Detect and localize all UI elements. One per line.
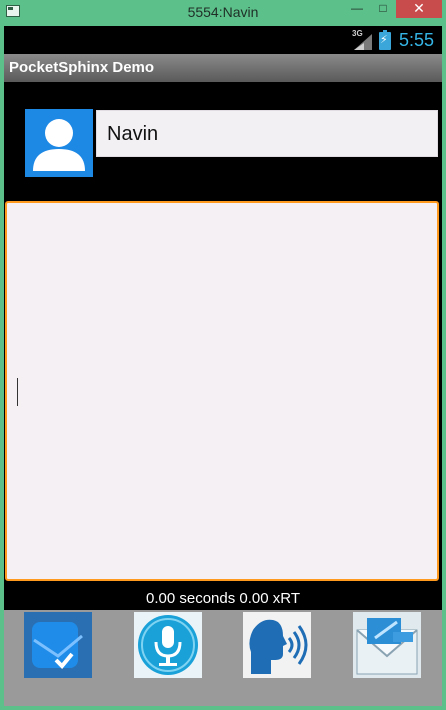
avatar-glyph [33, 119, 85, 171]
status-bar: 3G 5:55 [4, 26, 442, 54]
action-bar: PocketSphinx Demo [4, 54, 442, 82]
text-to-speech-button[interactable] [243, 612, 311, 678]
microphone-button[interactable] [134, 612, 202, 678]
person-icon[interactable] [25, 109, 93, 177]
name-value: Navin [107, 123, 159, 145]
status-clock: 5:55 [399, 30, 435, 50]
microphone-icon [138, 615, 198, 675]
mail-button[interactable] [353, 612, 421, 678]
name-field[interactable]: Navin [96, 110, 438, 157]
bottom-toolbar [4, 610, 442, 706]
close-button[interactable]: ✕ [396, 0, 442, 18]
speaking-head-icon [249, 619, 308, 674]
battery-icon [379, 30, 391, 50]
emulator-title-bar: 5554:Navin — □ ✕ [0, 0, 446, 26]
app-title: PocketSphinx Demo [9, 59, 155, 76]
checkbox-button[interactable] [24, 612, 92, 678]
signal-icon [354, 34, 372, 50]
timing-label: 0.00 seconds 0.00 xRT [146, 590, 300, 607]
maximize-button[interactable]: □ [370, 0, 396, 18]
recognition-text-area[interactable] [5, 201, 439, 581]
android-screen: 3G 5:55 PocketSphinx Demo Navin 0.00 sec… [4, 26, 442, 706]
checkbox-icon [24, 612, 92, 678]
text-caret [17, 378, 18, 406]
mail-icon [356, 618, 418, 675]
minimize-button[interactable]: — [344, 0, 370, 18]
